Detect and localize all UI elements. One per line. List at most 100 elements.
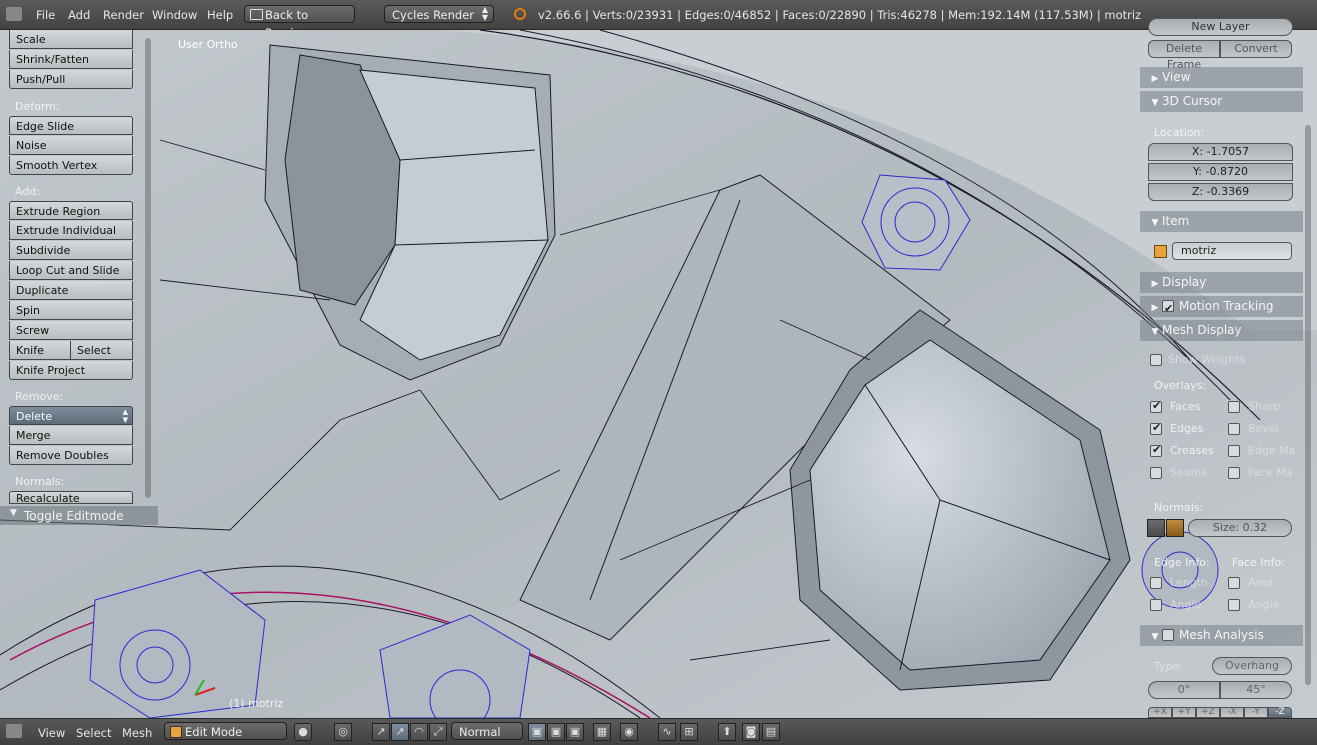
angle-max-field[interactable]: 45° bbox=[1220, 681, 1292, 699]
subdivide-button[interactable]: Subdivide bbox=[9, 241, 133, 260]
render-image-icon[interactable]: ◙ bbox=[742, 723, 760, 741]
cursor-y-field[interactable]: Y: -0.8720 bbox=[1148, 163, 1293, 181]
knife-button[interactable]: Knife bbox=[9, 341, 71, 360]
object-cube-icon bbox=[1154, 245, 1167, 258]
face-angle-checkbox[interactable] bbox=[1228, 599, 1240, 611]
show-weights-checkbox[interactable] bbox=[1150, 354, 1162, 366]
normals-label: Normals: bbox=[15, 475, 65, 488]
cursor-x-field[interactable]: X: -1.7057 bbox=[1148, 143, 1293, 161]
knife-project-button[interactable]: Knife Project bbox=[9, 361, 133, 380]
scale-manipulator-icon[interactable]: ⤢ bbox=[429, 723, 447, 741]
cursor-z-field[interactable]: Z: -0.3369 bbox=[1148, 183, 1293, 201]
3d-cursor-panel-header[interactable]: ▼ 3D Cursor bbox=[1140, 91, 1303, 112]
back-icon bbox=[250, 9, 263, 20]
extrude-individual-button[interactable]: Extrude Individual bbox=[9, 221, 133, 240]
face-select-icon[interactable]: ▣ bbox=[566, 723, 584, 741]
expand-triangle-icon: ▶ bbox=[1151, 303, 1159, 313]
sharp-checkbox[interactable] bbox=[1228, 401, 1240, 413]
noise-button[interactable]: Noise bbox=[9, 136, 133, 155]
merge-button[interactable]: Merge bbox=[9, 426, 133, 445]
face-marks-checkbox[interactable] bbox=[1228, 467, 1240, 479]
mesh-display-panel-header[interactable]: ▼ Mesh Display bbox=[1140, 320, 1303, 341]
edge-angle-checkbox[interactable] bbox=[1150, 599, 1162, 611]
view-panel-header[interactable]: ▶ View bbox=[1140, 67, 1303, 88]
axis-plus-z-button[interactable]: +Z bbox=[1196, 707, 1220, 718]
edge-marks-checkbox[interactable] bbox=[1228, 445, 1240, 457]
spin-button[interactable]: Spin bbox=[9, 301, 133, 320]
menu-window[interactable]: Window bbox=[152, 8, 197, 22]
new-layer-button[interactable]: New Layer bbox=[1148, 18, 1293, 36]
smooth-vertex-button[interactable]: Smooth Vertex bbox=[9, 156, 133, 175]
analysis-type-select[interactable]: Overhang bbox=[1212, 657, 1292, 675]
manipulator-toggle-icon[interactable]: ↗ bbox=[372, 723, 390, 741]
menu-help[interactable]: Help bbox=[207, 8, 233, 22]
render-engine-select[interactable]: Cycles Render ▲ ▼ bbox=[384, 5, 494, 23]
edge-length-checkbox[interactable] bbox=[1150, 577, 1162, 589]
delete-button[interactable]: Delete ▲ ▼ bbox=[9, 406, 133, 425]
edges-checkbox[interactable] bbox=[1150, 421, 1162, 435]
toggle-editmode-panel-header[interactable]: ▼ Toggle Editmode bbox=[0, 506, 158, 525]
vertex-select-icon[interactable]: ▣ bbox=[528, 723, 546, 741]
mode-select[interactable]: Edit Mode bbox=[164, 722, 287, 740]
face-area-checkbox[interactable] bbox=[1228, 577, 1240, 589]
snap-element-icon[interactable]: ⊞ bbox=[680, 723, 698, 741]
axis-plus-x-button[interactable]: +X bbox=[1148, 707, 1172, 718]
item-panel-header[interactable]: ▼ Item bbox=[1140, 211, 1303, 232]
display-panel-header[interactable]: ▶ Display bbox=[1140, 272, 1303, 293]
motion-tracking-checkbox[interactable] bbox=[1162, 298, 1174, 319]
render-animation-icon[interactable]: ▤ bbox=[762, 723, 780, 741]
face-normals-icon[interactable] bbox=[1166, 519, 1184, 537]
render-preview-icon[interactable]: ⬆ bbox=[718, 723, 736, 741]
menu-view[interactable]: View bbox=[38, 726, 65, 740]
proportional-editing-icon[interactable]: ◉ bbox=[620, 723, 638, 741]
screw-button[interactable]: Screw bbox=[9, 321, 133, 340]
scale-button[interactable]: Scale bbox=[9, 30, 133, 49]
rotate-manipulator-icon[interactable]: ◠ bbox=[410, 723, 428, 741]
mesh-analysis-checkbox[interactable] bbox=[1162, 629, 1174, 641]
remove-doubles-button[interactable]: Remove Doubles bbox=[9, 446, 133, 465]
menu-render[interactable]: Render bbox=[103, 8, 144, 22]
menu-file[interactable]: File bbox=[36, 8, 55, 22]
menu-mesh[interactable]: Mesh bbox=[122, 726, 152, 740]
faces-checkbox[interactable] bbox=[1150, 399, 1162, 413]
axis-minus-y-button[interactable]: -Y bbox=[1244, 707, 1268, 718]
edge-slide-button[interactable]: Edge Slide bbox=[9, 116, 133, 135]
shrink-fatten-button[interactable]: Shrink/Fatten bbox=[9, 50, 133, 69]
editor-type-icon[interactable] bbox=[6, 724, 22, 738]
normals-size-field[interactable]: Size: 0.32 bbox=[1188, 519, 1292, 537]
limit-selection-icon[interactable]: ▦ bbox=[593, 723, 611, 741]
object-name-field[interactable]: motriz bbox=[1172, 242, 1292, 260]
loop-cut-slide-button[interactable]: Loop Cut and Slide bbox=[9, 261, 133, 280]
mesh-analysis-panel-header[interactable]: ▼ Mesh Analysis bbox=[1140, 625, 1303, 646]
tool-shelf-scrollbar[interactable] bbox=[145, 38, 151, 498]
axis-plus-y-button[interactable]: +Y bbox=[1172, 707, 1196, 718]
delete-frame-button[interactable]: Delete Frame bbox=[1148, 40, 1220, 71]
knife-select-button[interactable]: Select bbox=[70, 341, 133, 360]
edge-select-icon[interactable]: ▣ bbox=[547, 723, 565, 741]
bevel-checkbox[interactable] bbox=[1228, 423, 1240, 435]
duplicate-button[interactable]: Duplicate bbox=[9, 281, 133, 300]
push-pull-button[interactable]: Push/Pull bbox=[9, 70, 133, 89]
axis-minus-x-button[interactable]: -X bbox=[1220, 707, 1244, 718]
seams-checkbox[interactable] bbox=[1150, 467, 1162, 479]
menu-add[interactable]: Add bbox=[68, 8, 90, 22]
motion-tracking-panel-header[interactable]: ▶ Motion Tracking bbox=[1140, 296, 1303, 319]
menu-select[interactable]: Select bbox=[76, 726, 111, 740]
properties-scrollbar[interactable] bbox=[1305, 125, 1311, 685]
extrude-region-button[interactable]: Extrude Region bbox=[9, 201, 133, 220]
snap-toggle-icon[interactable]: ∿ bbox=[658, 723, 676, 741]
convert-button[interactable]: Convert bbox=[1220, 40, 1292, 58]
back-to-previous-button[interactable]: Back to Previous bbox=[244, 5, 355, 40]
vertex-normals-icon[interactable] bbox=[1147, 519, 1165, 537]
scene-stats: v2.66.6 | Verts:0/23931 | Edges:0/46852 … bbox=[538, 8, 1142, 22]
recalculate-button[interactable]: Recalculate bbox=[9, 491, 133, 504]
pivot-point-icon[interactable]: ◎ bbox=[334, 723, 352, 741]
angle-min-field[interactable]: 0° bbox=[1148, 681, 1220, 699]
creases-checkbox[interactable] bbox=[1150, 443, 1162, 457]
translate-manipulator-icon[interactable]: ↗ bbox=[391, 723, 409, 741]
editor-type-icon[interactable] bbox=[6, 7, 22, 21]
viewport-shading-icon[interactable]: ● bbox=[294, 723, 312, 741]
transform-orientation-select[interactable]: Normal bbox=[451, 722, 523, 740]
3d-viewport[interactable]: User Ortho (1) motriz bbox=[0, 30, 1317, 718]
axis-minus-z-button[interactable]: -Z bbox=[1268, 707, 1292, 718]
